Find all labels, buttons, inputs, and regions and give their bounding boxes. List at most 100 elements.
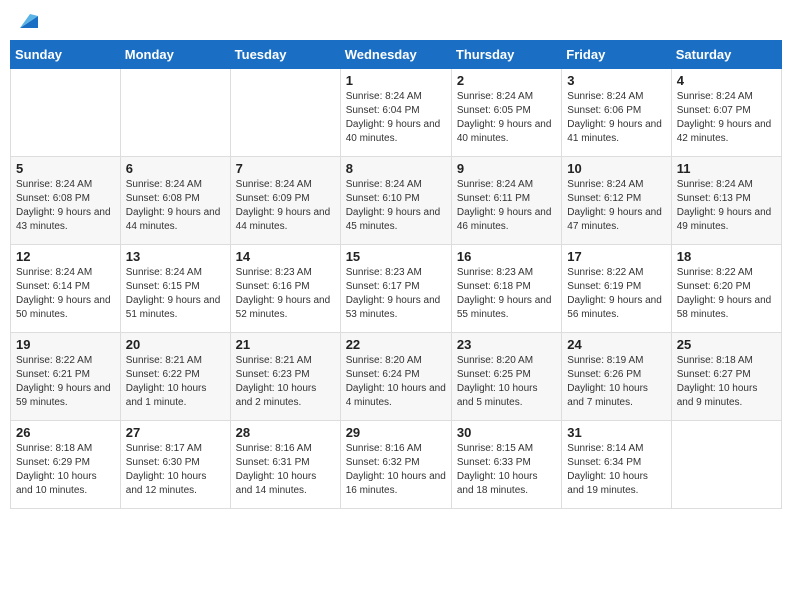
day-info: Sunrise: 8:15 AM Sunset: 6:33 PM Dayligh… <box>457 442 556 498</box>
day-number: 6 <box>126 161 225 176</box>
day-number: 22 <box>346 337 446 352</box>
day-info: Sunrise: 8:24 AM Sunset: 6:07 PM Dayligh… <box>677 90 776 146</box>
day-number: 17 <box>567 249 665 264</box>
day-number: 19 <box>16 337 115 352</box>
day-number: 26 <box>16 425 115 440</box>
calendar-cell: 1 Sunrise: 8:24 AM Sunset: 6:04 PM Daylig… <box>340 69 451 157</box>
day-number: 1 <box>346 73 446 88</box>
day-info: Sunrise: 8:23 AM Sunset: 6:18 PM Dayligh… <box>457 266 556 322</box>
calendar-cell: 6 Sunrise: 8:24 AM Sunset: 6:08 PM Daylig… <box>120 157 230 245</box>
weekday-header-thursday: Thursday <box>451 41 561 69</box>
calendar-cell: 12 Sunrise: 8:24 AM Sunset: 6:14 PM Dayli… <box>11 245 121 333</box>
day-info: Sunrise: 8:23 AM Sunset: 6:17 PM Dayligh… <box>346 266 446 322</box>
day-info: Sunrise: 8:24 AM Sunset: 6:08 PM Dayligh… <box>126 178 225 234</box>
day-info: Sunrise: 8:24 AM Sunset: 6:08 PM Dayligh… <box>16 178 115 234</box>
calendar-cell: 4 Sunrise: 8:24 AM Sunset: 6:07 PM Daylig… <box>671 69 781 157</box>
day-info: Sunrise: 8:24 AM Sunset: 6:05 PM Dayligh… <box>457 90 556 146</box>
day-info: Sunrise: 8:21 AM Sunset: 6:23 PM Dayligh… <box>236 354 335 410</box>
day-info: Sunrise: 8:20 AM Sunset: 6:24 PM Dayligh… <box>346 354 446 410</box>
day-info: Sunrise: 8:24 AM Sunset: 6:12 PM Dayligh… <box>567 178 665 234</box>
day-info: Sunrise: 8:17 AM Sunset: 6:30 PM Dayligh… <box>126 442 225 498</box>
day-number: 21 <box>236 337 335 352</box>
day-info: Sunrise: 8:24 AM Sunset: 6:09 PM Dayligh… <box>236 178 335 234</box>
calendar-cell: 14Sunrise: 8:23 AM Sunset: 6:16 PM Dayli… <box>230 245 340 333</box>
day-info: Sunrise: 8:24 AM Sunset: 6:15 PM Dayligh… <box>126 266 225 322</box>
calendar-cell: 20 Sunrise: 8:21 AM Sunset: 6:22 PM Dayli… <box>120 333 230 421</box>
calendar-cell: 2 Sunrise: 8:24 AM Sunset: 6:05 PM Daylig… <box>451 69 561 157</box>
day-number: 15 <box>346 249 446 264</box>
day-info: Sunrise: 8:16 AM Sunset: 6:31 PM Dayligh… <box>236 442 335 498</box>
calendar-cell: 22 Sunrise: 8:20 AM Sunset: 6:24 PM Dayli… <box>340 333 451 421</box>
weekday-header-saturday: Saturday <box>671 41 781 69</box>
calendar-cell: 18 Sunrise: 8:22 AM Sunset: 6:20 PM Dayli… <box>671 245 781 333</box>
calendar-table: SundayMondayTuesdayWednesdayThursdayFrid… <box>10 40 782 509</box>
day-info: Sunrise: 8:24 AM Sunset: 6:06 PM Dayligh… <box>567 90 665 146</box>
day-number: 29 <box>346 425 446 440</box>
calendar-cell: 24 Sunrise: 8:19 AM Sunset: 6:26 PM Dayli… <box>562 333 671 421</box>
day-number: 14 <box>236 249 335 264</box>
calendar-cell: 15 Sunrise: 8:23 AM Sunset: 6:17 PM Dayli… <box>340 245 451 333</box>
calendar-cell: 3 Sunrise: 8:24 AM Sunset: 6:06 PM Daylig… <box>562 69 671 157</box>
calendar-cell: 17 Sunrise: 8:22 AM Sunset: 6:19 PM Dayli… <box>562 245 671 333</box>
calendar-cell: 27 Sunrise: 8:17 AM Sunset: 6:30 PM Dayli… <box>120 421 230 509</box>
day-info: Sunrise: 8:24 AM Sunset: 6:11 PM Dayligh… <box>457 178 556 234</box>
calendar-cell: 16 Sunrise: 8:23 AM Sunset: 6:18 PM Dayli… <box>451 245 561 333</box>
day-info: Sunrise: 8:19 AM Sunset: 6:26 PM Dayligh… <box>567 354 665 410</box>
calendar-cell: 11Sunrise: 8:24 AM Sunset: 6:13 PM Dayli… <box>671 157 781 245</box>
day-number: 23 <box>457 337 556 352</box>
weekday-header-friday: Friday <box>562 41 671 69</box>
day-number: 24 <box>567 337 665 352</box>
calendar-cell: 19 Sunrise: 8:22 AM Sunset: 6:21 PM Dayli… <box>11 333 121 421</box>
day-info: Sunrise: 8:22 AM Sunset: 6:20 PM Dayligh… <box>677 266 776 322</box>
day-number: 12 <box>16 249 115 264</box>
weekday-header-monday: Monday <box>120 41 230 69</box>
day-number: 2 <box>457 73 556 88</box>
day-number: 3 <box>567 73 665 88</box>
calendar-cell: 9 Sunrise: 8:24 AM Sunset: 6:11 PM Daylig… <box>451 157 561 245</box>
calendar-cell: 5Sunrise: 8:24 AM Sunset: 6:08 PM Daylig… <box>11 157 121 245</box>
day-info: Sunrise: 8:22 AM Sunset: 6:21 PM Dayligh… <box>16 354 115 410</box>
calendar-cell <box>120 69 230 157</box>
day-number: 30 <box>457 425 556 440</box>
day-number: 18 <box>677 249 776 264</box>
day-number: 27 <box>126 425 225 440</box>
day-info: Sunrise: 8:16 AM Sunset: 6:32 PM Dayligh… <box>346 442 446 498</box>
day-number: 8 <box>346 161 446 176</box>
calendar-cell <box>671 421 781 509</box>
day-number: 16 <box>457 249 556 264</box>
day-info: Sunrise: 8:24 AM Sunset: 6:10 PM Dayligh… <box>346 178 446 234</box>
day-info: Sunrise: 8:21 AM Sunset: 6:22 PM Dayligh… <box>126 354 225 410</box>
logo-icon <box>16 10 38 32</box>
day-number: 4 <box>677 73 776 88</box>
weekday-header-tuesday: Tuesday <box>230 41 340 69</box>
calendar-cell: 31 Sunrise: 8:14 AM Sunset: 6:34 PM Dayli… <box>562 421 671 509</box>
day-info: Sunrise: 8:22 AM Sunset: 6:19 PM Dayligh… <box>567 266 665 322</box>
calendar-cell: 8 Sunrise: 8:24 AM Sunset: 6:10 PM Daylig… <box>340 157 451 245</box>
page-header <box>10 10 782 32</box>
weekday-header-sunday: Sunday <box>11 41 121 69</box>
calendar-cell: 13 Sunrise: 8:24 AM Sunset: 6:15 PM Dayli… <box>120 245 230 333</box>
day-info: Sunrise: 8:20 AM Sunset: 6:25 PM Dayligh… <box>457 354 556 410</box>
day-number: 11 <box>677 161 776 176</box>
logo <box>14 10 38 32</box>
day-number: 9 <box>457 161 556 176</box>
day-info: Sunrise: 8:14 AM Sunset: 6:34 PM Dayligh… <box>567 442 665 498</box>
day-number: 31 <box>567 425 665 440</box>
weekday-header-wednesday: Wednesday <box>340 41 451 69</box>
calendar-cell: 26 Sunrise: 8:18 AM Sunset: 6:29 PM Dayli… <box>11 421 121 509</box>
calendar-cell: 25Sunrise: 8:18 AM Sunset: 6:27 PM Dayli… <box>671 333 781 421</box>
calendar-cell <box>11 69 121 157</box>
day-number: 20 <box>126 337 225 352</box>
day-number: 28 <box>236 425 335 440</box>
day-number: 13 <box>126 249 225 264</box>
day-number: 10 <box>567 161 665 176</box>
calendar-cell: 28 Sunrise: 8:16 AM Sunset: 6:31 PM Dayli… <box>230 421 340 509</box>
calendar-cell: 7 Sunrise: 8:24 AM Sunset: 6:09 PM Daylig… <box>230 157 340 245</box>
day-number: 7 <box>236 161 335 176</box>
day-info: Sunrise: 8:18 AM Sunset: 6:29 PM Dayligh… <box>16 442 115 498</box>
day-info: Sunrise: 8:18 AM Sunset: 6:27 PM Dayligh… <box>677 354 776 410</box>
day-info: Sunrise: 8:24 AM Sunset: 6:14 PM Dayligh… <box>16 266 115 322</box>
calendar-cell: 21 Sunrise: 8:21 AM Sunset: 6:23 PM Dayli… <box>230 333 340 421</box>
day-info: Sunrise: 8:24 AM Sunset: 6:04 PM Dayligh… <box>346 90 446 146</box>
calendar-cell: 10 Sunrise: 8:24 AM Sunset: 6:12 PM Dayli… <box>562 157 671 245</box>
